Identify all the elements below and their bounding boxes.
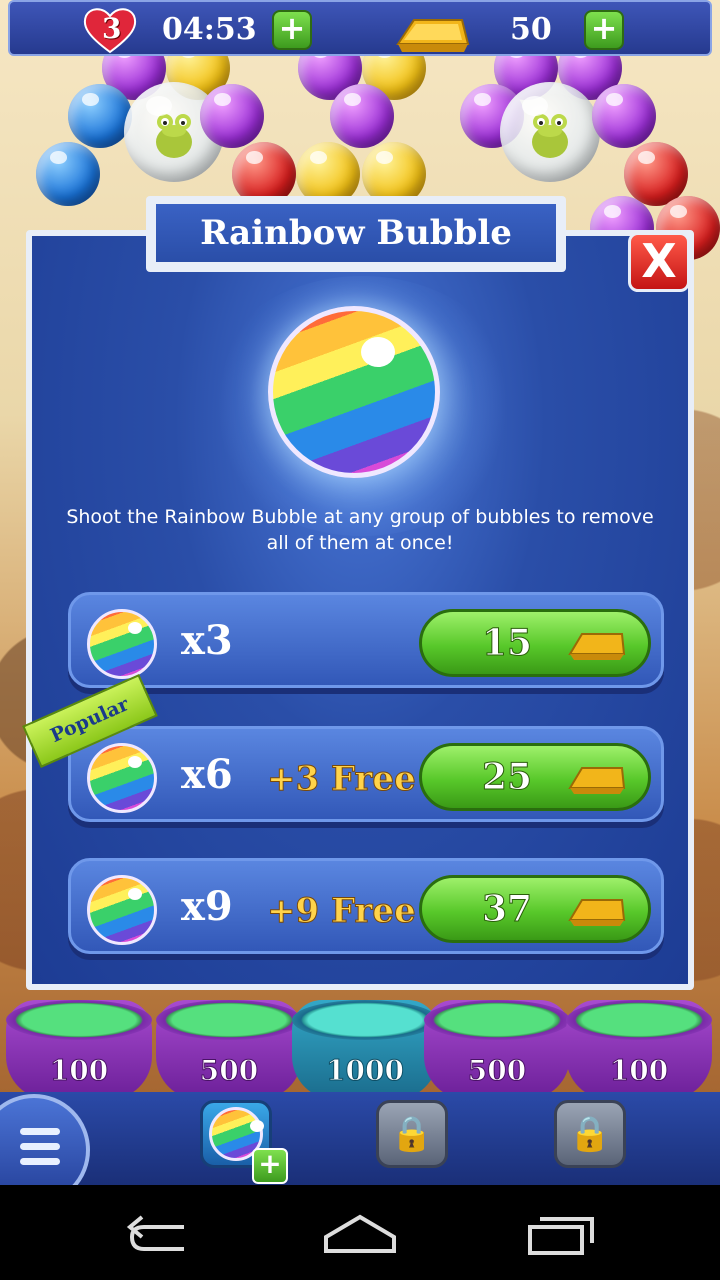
locked-slot-1[interactable]: 🔒 (376, 1100, 448, 1168)
close-button[interactable]: X (628, 232, 690, 292)
offer-price: 15 (481, 622, 533, 665)
offer-row-3: x9 +9 Free 37 (68, 858, 664, 954)
back-icon[interactable] (124, 1213, 196, 1257)
add-booster-button[interactable]: + (252, 1148, 288, 1184)
locked-slot-2[interactable]: 🔒 (554, 1100, 626, 1168)
rainbow-bubble-icon (268, 306, 440, 478)
buy-button-x3[interactable]: 15 (419, 609, 651, 677)
frog-icon (156, 114, 192, 158)
recents-icon[interactable] (526, 1213, 598, 1257)
offer-row-2: x6 +3 Free 25 (68, 726, 664, 822)
pot-5: 100 (566, 1000, 712, 1100)
gold-bar-icon (568, 899, 626, 926)
add-lives-button[interactable]: + (272, 10, 312, 50)
pot-value: 1000 (326, 1054, 405, 1088)
dialog-description: Shoot the Rainbow Bubble at any group of… (66, 506, 654, 554)
rainbow-bubble-icon (87, 875, 157, 945)
buy-button-x6[interactable]: 25 (419, 743, 651, 811)
pot-2: 500 (156, 1000, 302, 1100)
rainbow-bubble-icon (87, 743, 157, 813)
add-gold-button[interactable]: + (584, 10, 624, 50)
gold-bar-icon (396, 19, 470, 52)
bubble (200, 84, 264, 148)
offer-quantity: x3 (181, 617, 233, 664)
frog-bubble (500, 82, 600, 182)
lives-timer: 04:53 (162, 12, 257, 47)
gold-bar-icon (568, 633, 626, 660)
pot-1: 100 (6, 1000, 152, 1100)
bubble (330, 84, 394, 148)
pot-value: 100 (609, 1054, 669, 1088)
lock-icon: 🔒 (390, 1114, 434, 1154)
lock-icon: 🔒 (568, 1114, 612, 1154)
offer-row-1: x3 15 (68, 592, 664, 688)
offer-price: 25 (481, 756, 533, 799)
gold-count: 50 (510, 12, 552, 47)
offer-bonus: +3 Free (267, 759, 417, 800)
pot-3: 1000 (292, 1000, 438, 1100)
offer-quantity: x6 (181, 751, 233, 798)
buy-button-x9[interactable]: 37 (419, 875, 651, 943)
lives-count: 3 (102, 12, 122, 45)
bubble (68, 84, 132, 148)
dialog-title-plate: Rainbow Bubble (146, 196, 566, 272)
offer-price: 37 (481, 888, 533, 931)
pot-value: 500 (199, 1054, 259, 1088)
pot-value: 100 (49, 1054, 109, 1088)
offer-quantity: x9 (181, 883, 233, 930)
menu-icon (20, 1128, 60, 1173)
bubble (36, 142, 100, 206)
rainbow-bubble-icon (87, 609, 157, 679)
frog-icon (532, 114, 568, 158)
dialog-title: Rainbow Bubble (156, 204, 556, 262)
pot-4: 500 (424, 1000, 570, 1100)
top-hud: 3 04:53 + 50 + (8, 0, 712, 56)
gold-bar-icon (568, 767, 626, 794)
offer-bonus: +9 Free (267, 891, 417, 932)
home-icon[interactable] (322, 1213, 398, 1257)
bubble (592, 84, 656, 148)
pot-value: 500 (467, 1054, 527, 1088)
